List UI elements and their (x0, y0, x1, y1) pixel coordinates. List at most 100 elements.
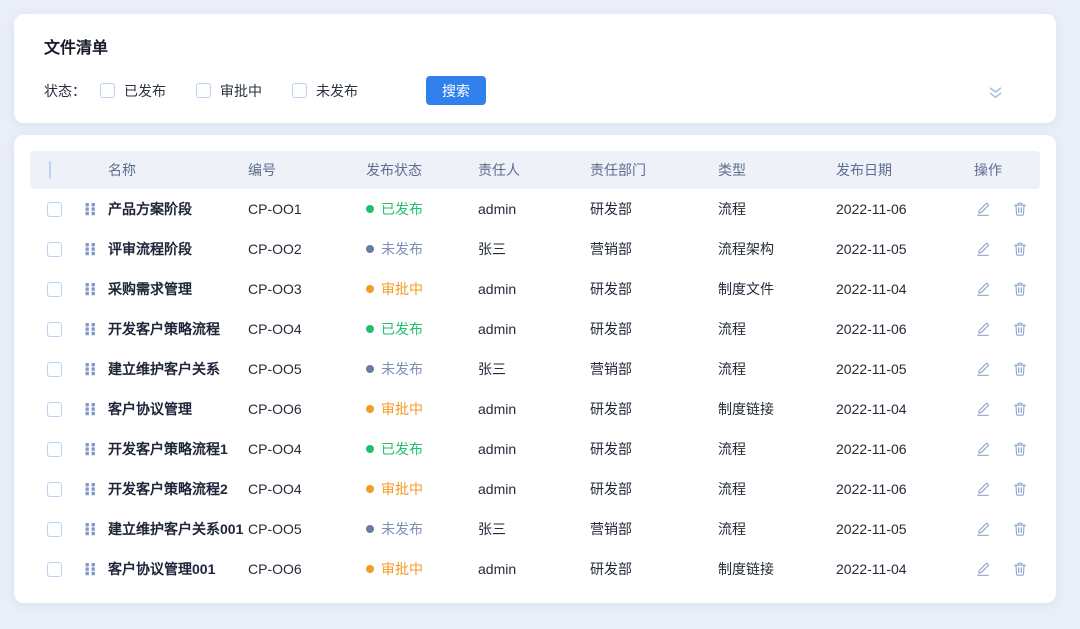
row-checkbox[interactable] (47, 322, 62, 337)
department-cell: 研发部 (586, 469, 714, 509)
publish-date-cell: 2022-11-04 (832, 549, 970, 589)
delete-icon[interactable] (1011, 400, 1029, 418)
drag-handle-icon[interactable] (84, 482, 97, 496)
table-row: 开发客户策略流程1 CP-OO4 已发布 admin 研发部 流程 2022-1… (30, 429, 1040, 469)
checkbox-pending-box[interactable] (196, 83, 211, 98)
checkbox-unpublished[interactable]: 未发布 (292, 81, 358, 101)
owner-cell: admin (474, 269, 586, 309)
row-checkbox[interactable] (47, 282, 62, 297)
edit-icon[interactable] (974, 400, 992, 418)
doc-name: 客户协议管理001 (108, 559, 215, 579)
name-cell: 采购需求管理 (78, 269, 244, 309)
owner-cell: 张三 (474, 349, 586, 389)
drag-handle-icon[interactable] (84, 442, 97, 456)
edit-icon[interactable] (974, 560, 992, 578)
edit-icon[interactable] (974, 320, 992, 338)
status-dot-icon (366, 445, 374, 453)
row-checkbox[interactable] (47, 522, 62, 537)
name-cell: 开发客户策略流程1 (78, 429, 244, 469)
department-cell: 营销部 (586, 509, 714, 549)
drag-handle-icon[interactable] (84, 282, 97, 296)
edit-icon[interactable] (974, 240, 992, 258)
checkbox-published[interactable]: 已发布 (100, 81, 166, 101)
publish-date-cell: 2022-11-06 (832, 309, 970, 349)
checkbox-published-box[interactable] (100, 83, 115, 98)
drag-handle-icon[interactable] (84, 362, 97, 376)
status-badge: 审批中 (366, 399, 423, 419)
type-cell: 流程 (714, 509, 832, 549)
doc-code: CP-OO4 (244, 429, 362, 469)
type-cell: 流程 (714, 429, 832, 469)
delete-icon[interactable] (1011, 560, 1029, 578)
row-checkbox[interactable] (47, 202, 62, 217)
actions-cell (970, 269, 1040, 309)
col-header-actions: 操作 (970, 151, 1040, 189)
status-label: 未发布 (381, 359, 423, 379)
status-badge: 未发布 (366, 359, 423, 379)
drag-handle-icon[interactable] (84, 202, 97, 216)
status-dot-icon (366, 285, 374, 293)
table-row: 开发客户策略流程 CP-OO4 已发布 admin 研发部 流程 2022-11… (30, 309, 1040, 349)
drag-handle-icon[interactable] (84, 562, 97, 576)
owner-cell: 张三 (474, 509, 586, 549)
status-badge: 已发布 (366, 319, 423, 339)
row-checkbox-cell (30, 269, 78, 309)
type-cell: 制度链接 (714, 389, 832, 429)
delete-icon[interactable] (1011, 280, 1029, 298)
drag-handle-icon[interactable] (84, 402, 97, 416)
row-checkbox[interactable] (47, 242, 62, 257)
edit-icon[interactable] (974, 280, 992, 298)
edit-icon[interactable] (974, 440, 992, 458)
status-cell: 未发布 (362, 229, 474, 269)
delete-icon[interactable] (1011, 440, 1029, 458)
status-cell: 审批中 (362, 389, 474, 429)
file-table: 名称 编号 发布状态 责任人 责任部门 类型 发布日期 操作 (30, 151, 1040, 589)
doc-code: CP-OO4 (244, 309, 362, 349)
drag-handle-icon[interactable] (84, 322, 97, 336)
checkbox-unpublished-box[interactable] (292, 83, 307, 98)
actions-cell (970, 349, 1040, 389)
edit-icon[interactable] (974, 520, 992, 538)
row-checkbox[interactable] (47, 442, 62, 457)
status-dot-icon (366, 245, 374, 253)
status-label: 审批中 (381, 279, 423, 299)
edit-icon[interactable] (974, 360, 992, 378)
type-cell: 流程 (714, 469, 832, 509)
checkbox-pending[interactable]: 审批中 (196, 81, 262, 101)
edit-icon[interactable] (974, 200, 992, 218)
delete-icon[interactable] (1011, 240, 1029, 258)
double-chevron-down-icon[interactable] (986, 85, 1004, 101)
page-title: 文件清单 (30, 34, 1040, 58)
row-checkbox[interactable] (47, 482, 62, 497)
doc-code: CP-OO5 (244, 349, 362, 389)
type-cell: 流程 (714, 189, 832, 229)
delete-icon[interactable] (1011, 360, 1029, 378)
row-checkbox[interactable] (47, 362, 62, 377)
delete-icon[interactable] (1011, 320, 1029, 338)
delete-icon[interactable] (1011, 480, 1029, 498)
status-cell: 已发布 (362, 309, 474, 349)
name-cell: 建立维护客户关系 (78, 349, 244, 389)
status-badge: 已发布 (366, 439, 423, 459)
status-cell: 审批中 (362, 549, 474, 589)
status-dot-icon (366, 565, 374, 573)
owner-cell: admin (474, 469, 586, 509)
row-checkbox[interactable] (47, 562, 62, 577)
search-button[interactable]: 搜索 (426, 76, 486, 105)
table-row: 产品方案阶段 CP-OO1 已发布 admin 研发部 流程 2022-11-0… (30, 189, 1040, 229)
name-cell: 开发客户策略流程 (78, 309, 244, 349)
department-cell: 营销部 (586, 229, 714, 269)
delete-icon[interactable] (1011, 520, 1029, 538)
table-row: 建立维护客户关系 CP-OO5 未发布 张三 营销部 流程 2022-11-05 (30, 349, 1040, 389)
row-checkbox-cell (30, 389, 78, 429)
actions-cell (970, 549, 1040, 589)
edit-icon[interactable] (974, 480, 992, 498)
delete-icon[interactable] (1011, 200, 1029, 218)
table-row: 客户协议管理001 CP-OO6 审批中 admin 研发部 制度链接 2022… (30, 549, 1040, 589)
doc-code: CP-OO4 (244, 469, 362, 509)
row-checkbox[interactable] (47, 402, 62, 417)
doc-name: 开发客户策略流程1 (108, 439, 228, 459)
drag-handle-icon[interactable] (84, 242, 97, 256)
drag-handle-icon[interactable] (84, 522, 97, 536)
select-all-checkbox[interactable] (49, 161, 51, 179)
